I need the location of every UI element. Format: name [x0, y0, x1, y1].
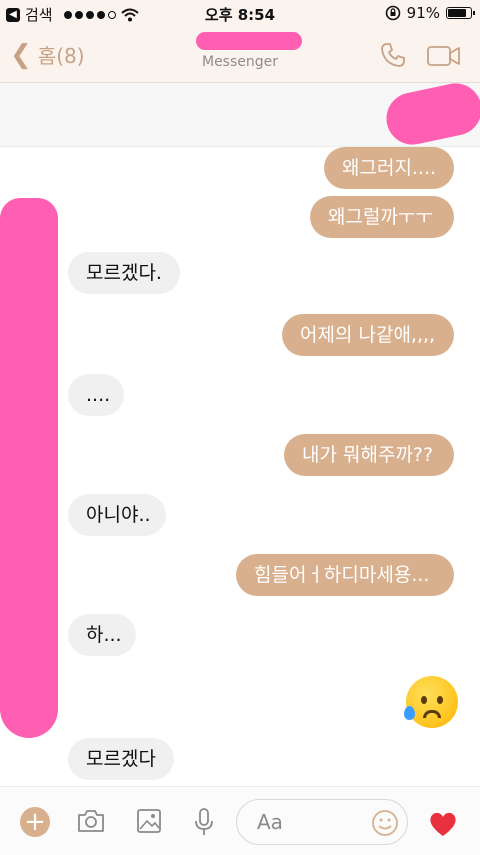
message-bubble-outgoing[interactable]: 내가 뭐해주까??: [284, 434, 454, 476]
message-bubble-incoming[interactable]: 모르겠다: [68, 738, 174, 780]
video-call-icon[interactable]: [426, 44, 462, 68]
plus-icon[interactable]: +: [20, 807, 50, 837]
message-bubble-incoming[interactable]: 하...: [68, 614, 136, 656]
message-bubble-outgoing[interactable]: 어제의 나같애,,,,: [282, 314, 454, 356]
message-input[interactable]: Aa: [236, 799, 408, 845]
status-bar: ◀ 검색 오후 8:54 91%: [0, 0, 480, 28]
emoji-smiley-icon[interactable]: [371, 809, 399, 837]
sad-but-relieved-face-icon[interactable]: [404, 676, 458, 728]
message-bubble-outgoing[interactable]: 힘들어ㅓ하디마세용...: [236, 554, 454, 596]
message-bubble-outgoing[interactable]: 왜그럴까ㅜㅜ: [310, 196, 454, 238]
microphone-icon[interactable]: [192, 807, 216, 837]
message-bubble-incoming[interactable]: 모르겠다.: [68, 252, 180, 294]
phone-call-icon[interactable]: [378, 40, 408, 70]
battery-percent: 91%: [406, 4, 440, 22]
message-bubble-outgoing[interactable]: 왜그러지....: [324, 147, 454, 189]
heart-like-icon[interactable]: [428, 809, 458, 839]
orientation-lock-icon: [385, 5, 400, 21]
conversation-header: ❮ 홈(8) Messenger: [0, 28, 480, 83]
message-input-placeholder: Aa: [257, 810, 283, 834]
message-bubble-incoming[interactable]: 아니야..: [68, 494, 166, 536]
status-bar-right: 91%: [385, 4, 475, 22]
battery-level: [448, 9, 466, 17]
battery-icon: [446, 7, 475, 19]
message-composer: + Aa: [0, 786, 480, 855]
contact-name-redaction: [196, 32, 302, 50]
avatar-redaction: [6, 250, 50, 730]
header-subtitle: Messenger: [201, 54, 279, 70]
message-bubble-incoming[interactable]: ....: [68, 374, 124, 416]
photo-gallery-icon[interactable]: [136, 807, 162, 835]
camera-icon[interactable]: [76, 807, 106, 835]
